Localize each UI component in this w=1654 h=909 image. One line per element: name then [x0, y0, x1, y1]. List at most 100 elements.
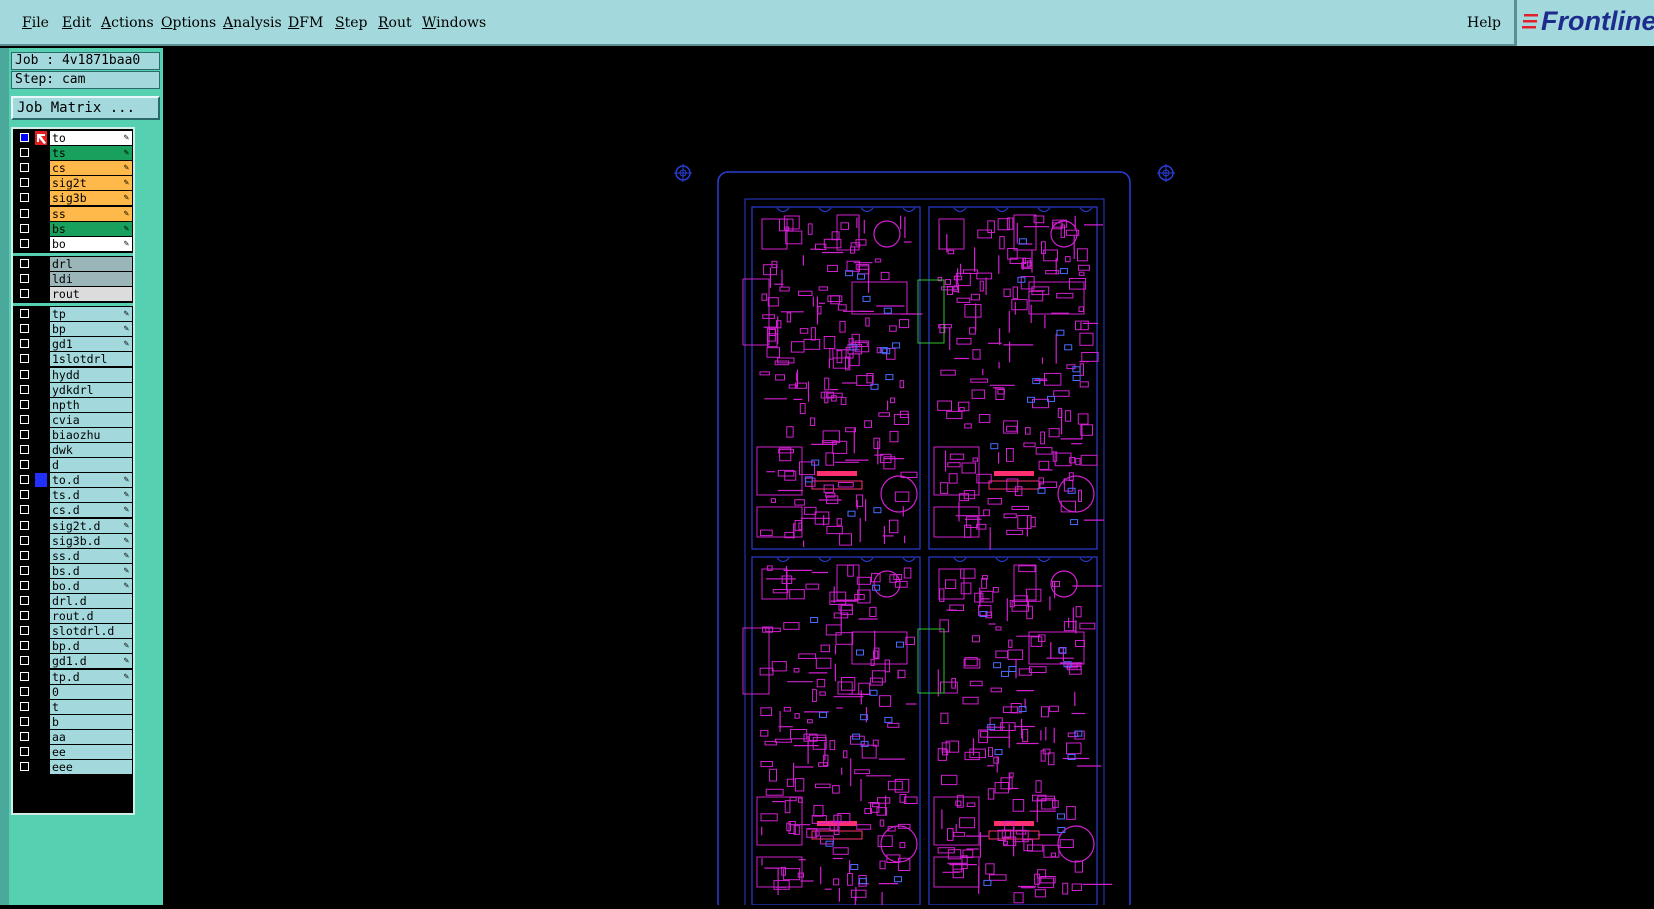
layer-checkbox[interactable] — [20, 686, 29, 696]
layer-name[interactable]: drl.d — [50, 594, 132, 608]
layer-checkbox[interactable] — [20, 716, 29, 726]
display-color-swatch[interactable] — [35, 398, 47, 412]
layer-row-t[interactable]: t — [16, 699, 132, 714]
layer-row-ts-d[interactable]: ts.d ✎ — [16, 488, 132, 503]
display-color-swatch[interactable] — [35, 609, 47, 623]
layer-checkbox[interactable] — [20, 701, 29, 711]
layer-checkbox[interactable] — [20, 258, 29, 268]
layer-checkbox[interactable] — [20, 309, 29, 319]
layer-name[interactable]: ts.d ✎ — [50, 488, 132, 503]
layer-name[interactable]: ydkdrl — [50, 382, 132, 397]
display-color-swatch[interactable] — [35, 639, 47, 653]
display-color-swatch[interactable] — [35, 287, 47, 301]
layer-row-bp-d[interactable]: bp.d ✎ — [16, 639, 132, 654]
layer-row-sig2t[interactable]: sig2t ✎ — [16, 176, 132, 191]
menu-windows[interactable]: Windows — [422, 15, 486, 31]
layer-checkbox[interactable] — [20, 193, 29, 203]
display-color-swatch[interactable] — [35, 383, 47, 397]
layer-checkbox[interactable] — [20, 354, 29, 364]
layer-row-ss[interactable]: ss ✎ — [16, 206, 132, 221]
layer-checkbox[interactable] — [20, 671, 29, 681]
menu-help[interactable]: Help — [1467, 15, 1501, 31]
display-color-swatch[interactable] — [35, 207, 47, 221]
menu-edit[interactable]: Edit — [62, 15, 91, 31]
display-color-swatch[interactable] — [35, 760, 47, 774]
layer-name[interactable]: tp ✎ — [50, 307, 132, 322]
layer-name[interactable]: 0 — [50, 684, 132, 699]
display-color-swatch[interactable] — [35, 272, 47, 286]
layer-name[interactable]: d — [50, 458, 132, 473]
layer-name[interactable]: bp ✎ — [50, 322, 132, 337]
display-color-swatch[interactable] — [35, 534, 47, 548]
layer-name[interactable]: tp.d ✎ — [50, 669, 132, 684]
layer-row-slotdrl-d[interactable]: slotdrl.d — [16, 624, 132, 639]
layer-checkbox[interactable] — [20, 565, 29, 575]
layer-row-drl[interactable]: drl — [16, 256, 132, 271]
layer-name[interactable]: b — [50, 714, 132, 729]
layer-checkbox[interactable] — [20, 289, 29, 298]
display-color-swatch[interactable] — [35, 337, 47, 351]
display-color-swatch[interactable] — [35, 549, 47, 563]
layer-row-sig3b-d[interactable]: sig3b.d ✎ — [16, 533, 132, 548]
layer-name[interactable]: gd1 ✎ — [50, 337, 132, 352]
display-color-swatch[interactable] — [35, 307, 47, 321]
layer-checkbox[interactable] — [20, 731, 29, 741]
display-color-swatch[interactable] — [35, 237, 47, 251]
layer-name[interactable]: bs ✎ — [50, 221, 132, 236]
display-color-swatch[interactable] — [35, 745, 47, 759]
layer-row-bs-d[interactable]: bs.d ✎ — [16, 563, 132, 578]
layer-row-eee[interactable]: eee — [16, 760, 132, 775]
display-color-swatch[interactable] — [35, 458, 47, 472]
layer-checkbox[interactable] — [20, 520, 29, 530]
layer-checkbox[interactable] — [20, 475, 29, 485]
layer-row-sig2t-d[interactable]: sig2t.d ✎ — [16, 518, 132, 533]
layer-row-ydkdrl[interactable]: ydkdrl — [16, 382, 132, 397]
layer-checkbox[interactable] — [20, 414, 29, 424]
layer-row-npth[interactable]: npth — [16, 397, 132, 412]
layer-checkbox[interactable] — [20, 505, 29, 515]
layer-row-ee[interactable]: ee — [16, 745, 132, 759]
display-color-swatch[interactable] — [35, 257, 47, 271]
display-color-swatch[interactable] — [35, 564, 47, 578]
layer-name[interactable]: sig3b.d ✎ — [50, 533, 132, 548]
layer-row-cvia[interactable]: cvia — [16, 412, 132, 427]
layer-row-hydd[interactable]: hydd — [16, 367, 132, 382]
layer-name[interactable]: rout — [50, 287, 132, 301]
menu-analysis[interactable]: Analysis — [223, 15, 282, 31]
pcb-panel-view[interactable] — [163, 48, 1654, 909]
display-color-swatch[interactable] — [35, 503, 47, 517]
layer-checkbox[interactable] — [20, 163, 29, 173]
layer-name[interactable]: ss.d ✎ — [50, 548, 132, 563]
layer-row-cs[interactable]: cs ✎ — [16, 161, 132, 176]
display-color-swatch[interactable] — [35, 428, 47, 442]
layer-checkbox[interactable] — [20, 596, 29, 605]
layer-name[interactable]: t — [50, 699, 132, 714]
layer-name[interactable]: ee — [50, 745, 132, 759]
layer-checkbox[interactable] — [20, 580, 29, 590]
layer-name[interactable]: cs ✎ — [50, 161, 132, 176]
layer-name[interactable]: bo.d ✎ — [50, 578, 132, 593]
menu-dfm[interactable]: DFM — [288, 15, 323, 31]
display-color-swatch[interactable] — [35, 670, 47, 684]
display-color-swatch[interactable] — [35, 352, 47, 366]
layer-name[interactable]: biaozhu — [50, 427, 132, 442]
display-color-swatch[interactable] — [35, 594, 47, 608]
layer-row-gd1[interactable]: gd1 ✎ — [16, 337, 132, 352]
display-color-swatch[interactable] — [35, 161, 47, 175]
layer-checkbox[interactable] — [20, 178, 29, 188]
layer-name[interactable]: sig2t ✎ — [50, 176, 132, 191]
display-color-swatch[interactable] — [35, 579, 47, 593]
layer-name[interactable]: bs.d ✎ — [50, 563, 132, 578]
layer-checkbox[interactable] — [20, 384, 29, 394]
layer-checkbox[interactable] — [20, 273, 29, 283]
layer-row-to[interactable]: to ✎ — [16, 131, 132, 145]
menu-options[interactable]: Options — [161, 15, 216, 31]
layer-name[interactable]: dwk — [50, 443, 132, 457]
layer-row-sig3b[interactable]: sig3b ✎ — [16, 191, 132, 206]
layer-row-ldi[interactable]: ldi — [16, 271, 132, 286]
layer-name[interactable]: drl — [50, 256, 132, 271]
layer-row-tp[interactable]: tp ✎ — [16, 307, 132, 322]
layer-checkbox[interactable] — [20, 399, 29, 409]
layer-name[interactable]: eee — [50, 760, 132, 775]
display-color-swatch[interactable] — [35, 443, 47, 457]
